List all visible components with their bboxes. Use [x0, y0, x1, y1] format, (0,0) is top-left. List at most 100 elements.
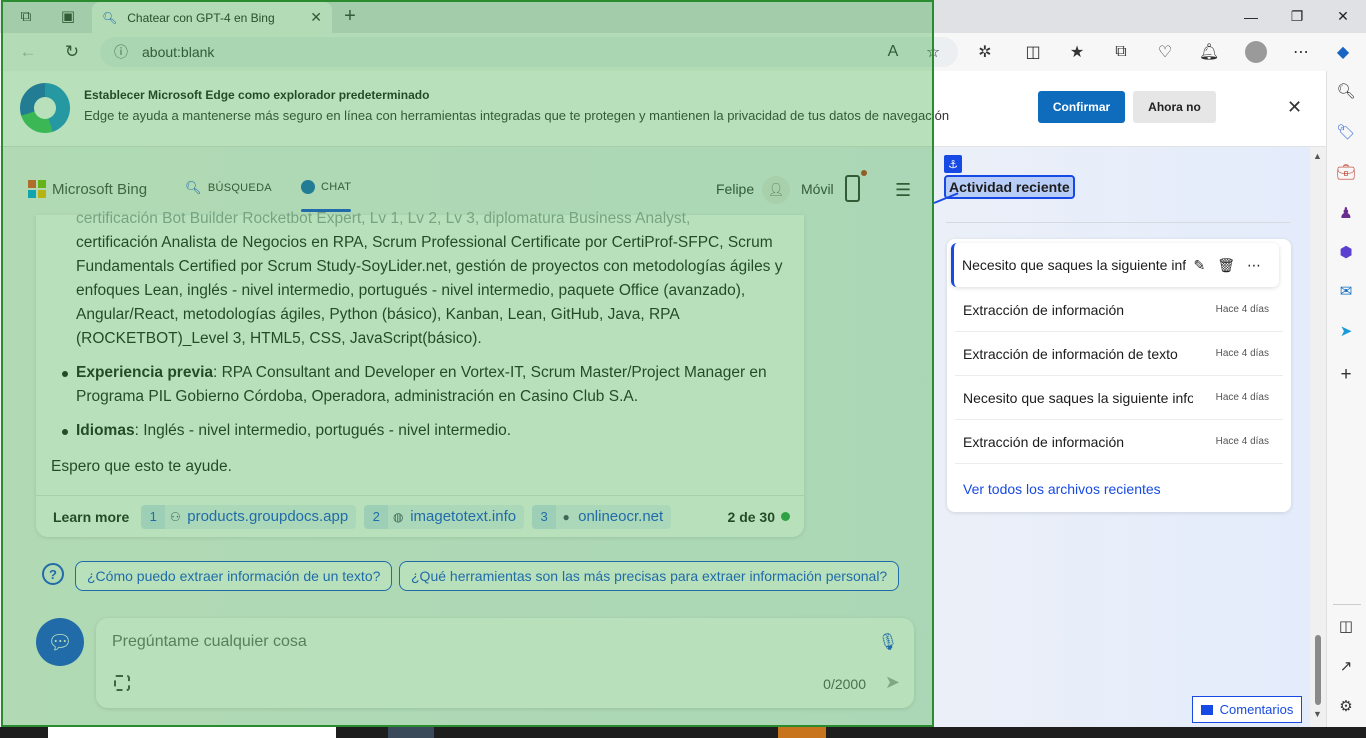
list-item[interactable]: Necesito que saques la siguiente informa…	[955, 376, 1283, 420]
trash-icon[interactable]: 🗑︎	[1217, 257, 1235, 274]
add-icon[interactable]: +	[1335, 364, 1357, 386]
tab-search[interactable]: 🔍︎ BÚSQUEDA	[185, 180, 272, 196]
notifications-icon[interactable]: 🔔︎	[1196, 40, 1222, 64]
scroll-up-icon[interactable]: ▲	[1313, 151, 1322, 161]
recent-item-title: Extracción de información	[963, 301, 1125, 318]
hamburger-menu-icon[interactable]: ☰	[895, 181, 916, 199]
edit-icon[interactable]: ✎	[1193, 257, 1205, 274]
not-now-button[interactable]: Ahora no	[1133, 91, 1216, 123]
new-tab-button[interactable]: +	[338, 4, 362, 28]
workspaces-icon[interactable]: ⧉	[12, 4, 40, 28]
new-topic-button[interactable]: 💬︎	[36, 618, 84, 666]
send-icon[interactable]: ➤	[885, 672, 900, 693]
anchor-icon: ⚓︎	[944, 155, 962, 173]
feedback-button[interactable]: Comentarios	[1192, 696, 1302, 723]
tab-actions-icon[interactable]: ▣	[54, 4, 82, 28]
restore-button[interactable]: ❐	[1274, 0, 1320, 33]
character-count: 0/2000	[823, 676, 866, 692]
favorite-star-icon[interactable]: ☆	[920, 40, 946, 64]
settings-icon[interactable]: ⚙	[1335, 695, 1357, 717]
source-link[interactable]: 1 ⚇ products.groupdocs.app	[141, 504, 357, 529]
scroll-down-icon[interactable]: ▼	[1313, 709, 1322, 719]
divider	[1333, 604, 1361, 605]
taskbar-item[interactable]	[778, 727, 826, 738]
groupdocs-icon: ⚇	[169, 509, 181, 524]
recent-item-time: Hace 4 días	[1215, 392, 1269, 403]
counter-text: 2 de 30	[727, 508, 775, 525]
learn-more-label: Learn more	[53, 508, 130, 525]
list-item[interactable]: Extracción de información Hace 4 días	[955, 288, 1283, 332]
browser-tab[interactable]: 🔍︎ Chatear con GPT-4 en Bing ✕	[92, 2, 332, 33]
outlook-icon[interactable]: ✉	[1335, 280, 1357, 302]
sidebar-layout-icon[interactable]: ◫	[1335, 615, 1357, 637]
shopping-tag-icon[interactable]: 🏷︎	[1335, 121, 1357, 143]
navigation-bar: ← ↻ ⓘ about:blank A ☆ ✲ ◫ ★ ⧉ ♡ 🔔︎ ⋯ ◆	[0, 33, 1366, 71]
status-dot	[781, 512, 790, 521]
phone-icon[interactable]	[845, 175, 860, 202]
search-icon[interactable]: 🔍︎	[1335, 80, 1357, 102]
confirm-button[interactable]: Confirmar	[1038, 91, 1125, 123]
recent-item-title: Necesito que saques la siguiente informa…	[962, 257, 1186, 273]
recent-item-title: Necesito que saques la siguiente informa…	[963, 389, 1193, 406]
source-link[interactable]: 3 ● onlineocr.net	[532, 504, 672, 529]
favorites-icon[interactable]: ★	[1064, 40, 1090, 64]
taskbar-item[interactable]	[388, 727, 434, 738]
close-window-button[interactable]: ✕	[1320, 0, 1366, 33]
tab-title: Chatear con GPT-4 en Bing	[127, 10, 275, 25]
bing-logo[interactable]: Microsoft Bing	[28, 180, 147, 198]
browser-essentials-icon[interactable]: ♡	[1152, 40, 1178, 64]
copilot-icon[interactable]: ◆	[1330, 40, 1356, 64]
user-name[interactable]: Felipe	[716, 181, 754, 197]
microsoft-logo-icon	[28, 180, 46, 198]
image-search-icon[interactable]	[114, 675, 130, 691]
list-item[interactable]: Necesito que saques la siguiente informa…	[951, 243, 1279, 287]
close-banner-icon[interactable]: ✕	[1287, 97, 1302, 118]
recent-item-actions: ✎ 🗑︎ ⋯	[1193, 257, 1261, 274]
drop-icon[interactable]: ➤	[1335, 320, 1357, 342]
address-bar[interactable]: ⓘ about:blank	[100, 37, 958, 67]
tab-chat[interactable]: CHAT	[301, 180, 352, 212]
bullet-text: : Inglés - nivel intermedio, portugués -…	[134, 422, 512, 439]
recent-item-time: Hace 4 días	[1215, 348, 1269, 359]
collections-icon[interactable]: ⧉	[1108, 40, 1134, 64]
info-icon[interactable]: ⓘ	[114, 42, 128, 62]
chat-input[interactable]: Pregúntame cualquier cosa 🎙︎ 0/2000 ➤	[96, 618, 914, 708]
scroll-thumb[interactable]	[1315, 635, 1321, 705]
games-icon[interactable]: ♟	[1335, 202, 1357, 224]
refresh-button[interactable]: ↻	[58, 39, 86, 65]
avatar[interactable]: 👤︎	[762, 176, 790, 204]
microphone-icon[interactable]: 🎙︎	[878, 632, 898, 652]
recent-item-title: Extracción de información de texto	[963, 345, 1178, 362]
answer-card: certificación Bot Builder Rocketbot Expe…	[36, 210, 804, 537]
faded-line: certificación Bot Builder Rocketbot Expe…	[76, 210, 691, 227]
extensions-icon[interactable]: ✲	[972, 40, 998, 64]
recent-item-title: Extracción de información	[963, 433, 1125, 450]
more-options-icon[interactable]: ⋯	[1288, 40, 1314, 64]
source-link[interactable]: 2 ◍ imagetotext.info	[364, 504, 525, 529]
suggestion-chip[interactable]: ¿Qué herramientas son las más precisas p…	[399, 561, 900, 591]
split-screen-icon[interactable]: ◫	[1020, 40, 1046, 64]
list-item[interactable]: Extracción de información de texto Hace …	[955, 332, 1283, 376]
external-link-icon[interactable]: ↗	[1335, 655, 1357, 677]
page-scrollbar[interactable]: ▲ ▼	[1310, 147, 1326, 727]
more-icon[interactable]: ⋯	[1247, 257, 1261, 274]
suggestion-chip[interactable]: ¿Cómo puedo extraer información de un te…	[75, 561, 393, 591]
list-item[interactable]: Extracción de información Hace 4 días	[955, 420, 1283, 464]
back-button[interactable]: ←	[14, 39, 42, 65]
source-name: onlineocr.net	[578, 508, 664, 525]
read-aloud-icon[interactable]: A	[880, 40, 906, 64]
chat-icon	[301, 180, 315, 194]
minimize-button[interactable]: —	[1228, 0, 1274, 33]
taskbar-item[interactable]	[48, 727, 336, 738]
profile-icon[interactable]	[1243, 40, 1269, 64]
microsoft365-icon[interactable]: ⬢	[1335, 241, 1357, 263]
mobile-link[interactable]: Móvil	[801, 181, 834, 197]
banner-title: Establecer Microsoft Edge como explorado…	[84, 88, 430, 102]
chat-input-placeholder: Pregúntame cualquier cosa	[112, 633, 307, 650]
help-icon[interactable]: ?	[42, 563, 64, 585]
see-all-recent-link[interactable]: Ver todos los archivos recientes	[963, 481, 1161, 497]
default-browser-banner: Establecer Microsoft Edge como explorado…	[0, 71, 1326, 147]
close-tab-icon[interactable]: ✕	[310, 9, 322, 26]
recent-item-time: Hace 4 días	[1215, 436, 1269, 447]
tools-briefcase-icon[interactable]: 💼︎	[1335, 161, 1357, 183]
